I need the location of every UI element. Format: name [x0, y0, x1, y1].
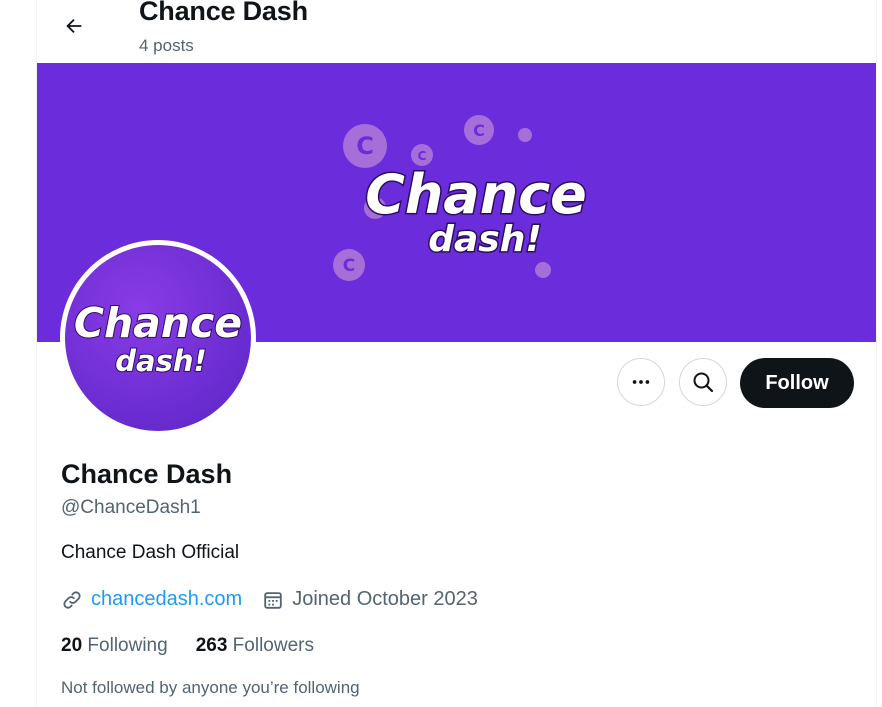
follow-button[interactable]: Follow [740, 358, 854, 408]
svg-text:C: C [356, 132, 374, 160]
not-followed-note: Not followed by anyone you’re following [61, 678, 360, 697]
svg-text:C: C [343, 256, 355, 276]
avatar-logo-line1: Chance [74, 299, 242, 347]
following-count: 20 [61, 635, 88, 656]
joined-item: Joined October 2023 [262, 588, 478, 611]
profile-handle: @ChanceDash1 [61, 497, 201, 518]
post-count: 4 posts [139, 36, 194, 55]
more-horizontal-icon [632, 380, 650, 384]
followers-label: Followers [232, 635, 314, 656]
search-icon [693, 372, 714, 393]
calendar-icon [264, 591, 282, 609]
followers-count: 263 [195, 635, 233, 656]
coin-icon [518, 128, 532, 142]
arrow-left-icon [66, 18, 82, 34]
avatar-logo-line2: dash! [115, 344, 206, 378]
coin-icon [535, 262, 551, 278]
svg-text:C: C [473, 121, 485, 140]
avatar[interactable]: Chance dash! [60, 240, 256, 436]
avatar-image: Chance dash! [65, 245, 251, 431]
back-button[interactable] [54, 6, 94, 46]
joined-date: Joined October 2023 [292, 588, 478, 610]
header-title: Chance Dash [139, 0, 308, 26]
website-item: chancedash.com [61, 588, 242, 611]
profile-column: Chance Dash 4 posts C C C C Chance dash! [36, 0, 877, 707]
following-label: Following [87, 635, 168, 656]
banner-logo-line2: dash! [428, 219, 542, 260]
more-button[interactable] [617, 358, 665, 406]
followers-link[interactable]: 263 Followers [196, 635, 314, 657]
search-button[interactable] [679, 358, 727, 406]
profile-bio: Chance Dash Official [61, 542, 240, 563]
website-link[interactable]: chancedash.com [91, 588, 242, 611]
follow-stats: 20 Following 263 Followers [61, 635, 342, 657]
profile-meta: chancedash.com Joined October 2023 [61, 588, 478, 611]
svg-text:C: C [418, 149, 427, 163]
banner-logo-line1: Chance [365, 163, 587, 226]
profile-name: Chance Dash [61, 459, 233, 489]
link-icon [63, 590, 81, 609]
following-link[interactable]: 20 Following [61, 635, 168, 657]
